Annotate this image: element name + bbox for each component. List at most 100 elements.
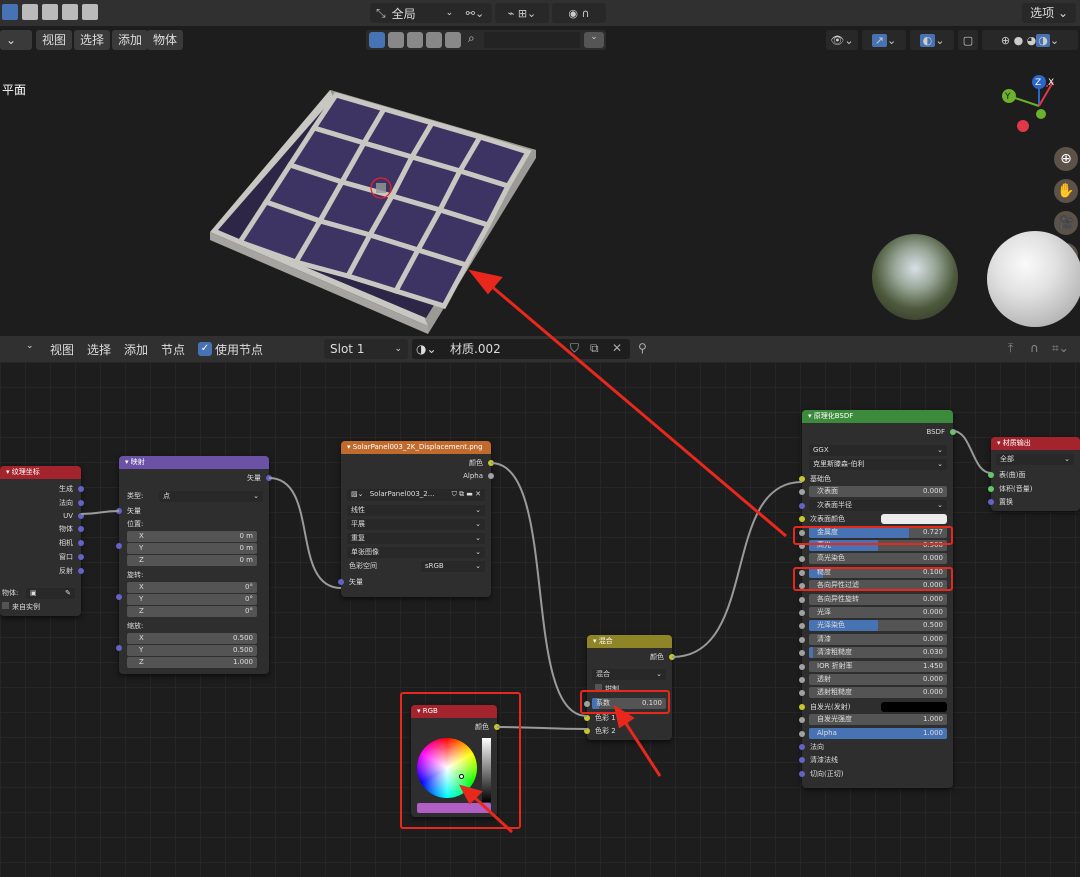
output-target-select[interactable]: 全部 ⌄ (996, 454, 1074, 465)
source-select[interactable]: 单张图像 ⌄ (347, 547, 485, 558)
input-socket[interactable] (799, 489, 805, 496)
snapping-icon[interactable]: ∩ (1030, 341, 1039, 355)
output-socket[interactable] (78, 526, 84, 532)
input-socket[interactable] (799, 502, 805, 509)
node-header[interactable]: ▾ 纹理坐标 (0, 466, 81, 479)
output-socket[interactable] (950, 429, 956, 435)
select-intersect-icon[interactable] (82, 4, 98, 20)
fake-user-shield-icon[interactable]: ⛉ (570, 341, 579, 356)
render-icon[interactable] (426, 32, 442, 48)
principled-bsdf-node[interactable]: ▾ 原理化BSDF BSDF GGX ⌄ 克里斯滕森-伯利 ⌄ 基础色 次表面 0.00… (799, 410, 956, 788)
material-slot-select[interactable]: Slot 1 ⌄ (324, 339, 408, 359)
mix-rgb-node[interactable]: ▾ 混合 颜色 混合 ⌄ 钳制 系数 0.100 色彩 1 色彩 2 (584, 635, 675, 740)
input-socket[interactable] (799, 636, 805, 643)
input-socket[interactable] (116, 645, 122, 651)
subsurface-method-select[interactable]: 克里斯滕森-伯利 ⌄ (809, 459, 947, 470)
editor-type-button[interactable]: ⌄ (0, 30, 32, 50)
parent-node-tree-icon[interactable]: ⤒ (1008, 341, 1013, 356)
output-socket[interactable] (78, 486, 84, 492)
proportional-edit-button[interactable]: ◉ ∩ (552, 3, 606, 23)
node-canvas[interactable]: ▾ 纹理坐标 生成 法向 UV 物体 相机 窗口 反射 物体: ▣ ✎ 来自实例 … (0, 362, 1080, 877)
color-swatch[interactable] (881, 701, 947, 712)
camera-icon[interactable]: 🎥 (1054, 211, 1078, 235)
input-socket[interactable] (584, 715, 590, 721)
input-socket[interactable] (988, 486, 994, 492)
bsdf-value-field[interactable]: 清漆粗糙度 0.030 (809, 647, 947, 659)
select-extend-icon[interactable] (22, 4, 38, 20)
duplicate-material-icon[interactable]: ⧉ (590, 341, 599, 356)
snap-button[interactable]: ⌁ ⊞⌄ (495, 3, 549, 23)
output-socket[interactable] (78, 540, 84, 546)
pin-icon[interactable]: ⚲ (638, 341, 647, 355)
from-instancer-checkbox[interactable] (2, 602, 9, 609)
xray-button[interactable]: ▢ (958, 30, 978, 50)
bsdf-value-field[interactable]: 清漆 0.000 (809, 633, 947, 645)
output-socket[interactable] (488, 460, 494, 466)
bsdf-value-field[interactable]: 光泽 0.000 (809, 607, 947, 618)
object-picker-field[interactable]: ▣ ✎ (26, 588, 75, 599)
output-socket[interactable] (488, 473, 494, 479)
input-socket[interactable] (988, 472, 994, 478)
location-x-field[interactable]: X0 m (127, 531, 257, 542)
location-y-field[interactable]: Y0 m (127, 543, 257, 554)
options-dropdown[interactable]: 选项 ⌄ (1022, 3, 1076, 23)
search-field[interactable] (484, 32, 580, 48)
bsdf-value-field[interactable]: Alpha 1.000 (809, 727, 947, 739)
snap-grid-icon[interactable]: ⌗⌄ (1052, 341, 1069, 356)
input-socket[interactable] (799, 663, 805, 670)
selection-mode-icons[interactable] (2, 4, 98, 20)
view-menu[interactable]: 视图 (36, 30, 73, 50)
input-socket[interactable] (338, 579, 344, 585)
scale-y-field[interactable]: Y 0.500 (127, 645, 257, 656)
ne-select-menu[interactable]: 选择 (87, 341, 111, 358)
node-header[interactable]: ▾ 材质输出 (991, 437, 1080, 450)
output-socket[interactable] (78, 554, 84, 560)
node-header[interactable]: ▾ 映射 (119, 456, 269, 469)
input-socket[interactable] (116, 508, 122, 514)
mapping-type-select[interactable]: 点 ⌄ (159, 491, 263, 502)
navigation-gizmo[interactable]: Z Y X (995, 68, 1075, 138)
interpolation-select[interactable]: 线性 ⌄ (347, 505, 485, 516)
editor-type-chevron[interactable]: ⌄ (26, 341, 34, 351)
search-icon[interactable]: ⌕ (468, 31, 475, 46)
add-menu[interactable]: 添加 (112, 30, 149, 50)
select-subtract-icon[interactable] (42, 4, 58, 20)
rotation-x-field[interactable]: X 0° (127, 582, 257, 593)
pan-hand-icon[interactable]: ✋ (1054, 179, 1078, 203)
brush-icon[interactable] (445, 32, 461, 48)
ne-add-menu[interactable]: 添加 (124, 341, 148, 358)
select-invert-icon[interactable] (62, 4, 78, 20)
overlays-toggle-button[interactable]: ◐ ⌄ (910, 30, 954, 50)
use-nodes-checkbox[interactable]: ✓ (198, 342, 212, 356)
input-socket[interactable] (799, 730, 805, 737)
bsdf-value-field[interactable]: 透射 0.000 (809, 674, 947, 685)
input-socket[interactable] (799, 596, 805, 603)
bsdf-value-field[interactable]: 透射粗糙度 0.000 (809, 687, 947, 699)
output-socket[interactable] (78, 568, 84, 574)
solar-panel-object[interactable] (200, 80, 560, 340)
input-socket[interactable] (116, 594, 122, 600)
scale-z-field[interactable]: Z 1.000 (127, 657, 257, 668)
unlink-material-icon[interactable]: ✕ (612, 341, 622, 355)
output-socket[interactable] (669, 654, 675, 660)
input-socket[interactable] (116, 543, 122, 549)
pivot-point-button[interactable]: ⚯⌄ (458, 3, 492, 23)
node-header[interactable]: ▾ SolarPanel003_2K_Displacement.png (341, 441, 491, 454)
bsdf-value-field[interactable]: 各向异性旋转 0.000 (809, 593, 947, 605)
distribution-select[interactable]: GGX ⌄ (809, 445, 947, 456)
rotation-y-field[interactable]: Y 0° (127, 594, 257, 605)
colorspace-select[interactable]: sRGB ⌄ (421, 561, 485, 572)
overlay-icon[interactable] (407, 32, 423, 48)
shading-mode-buttons[interactable]: ⊕ ● ◕ ◑ ⌄ (982, 30, 1078, 50)
object-menu[interactable]: 物体 (147, 30, 184, 50)
zoom-icon[interactable]: ⊕ (1054, 147, 1078, 171)
rotation-z-field[interactable]: Z 0° (127, 606, 257, 617)
select-box-icon[interactable] (2, 4, 18, 20)
material-output-node[interactable]: ▾ 材质输出 全部 ⌄ 表(曲)面 体积(音量) 置换 (988, 437, 1080, 511)
scale-x-field[interactable]: X 0.500 (127, 633, 257, 644)
output-socket[interactable] (266, 475, 272, 481)
bsdf-value-field[interactable]: 自发光强度 1.000 (809, 714, 947, 726)
blend-type-select[interactable]: 混合 ⌄ (592, 669, 666, 680)
image-actions-icons[interactable]: ⛉ ⧉ ▬ ✕ (452, 489, 481, 500)
mapping-node[interactable]: ▾ 映射 矢量 类型: 点 ⌄ 矢量 位置: X0 m Y0 m Z0 m 旋转:… (116, 456, 272, 674)
